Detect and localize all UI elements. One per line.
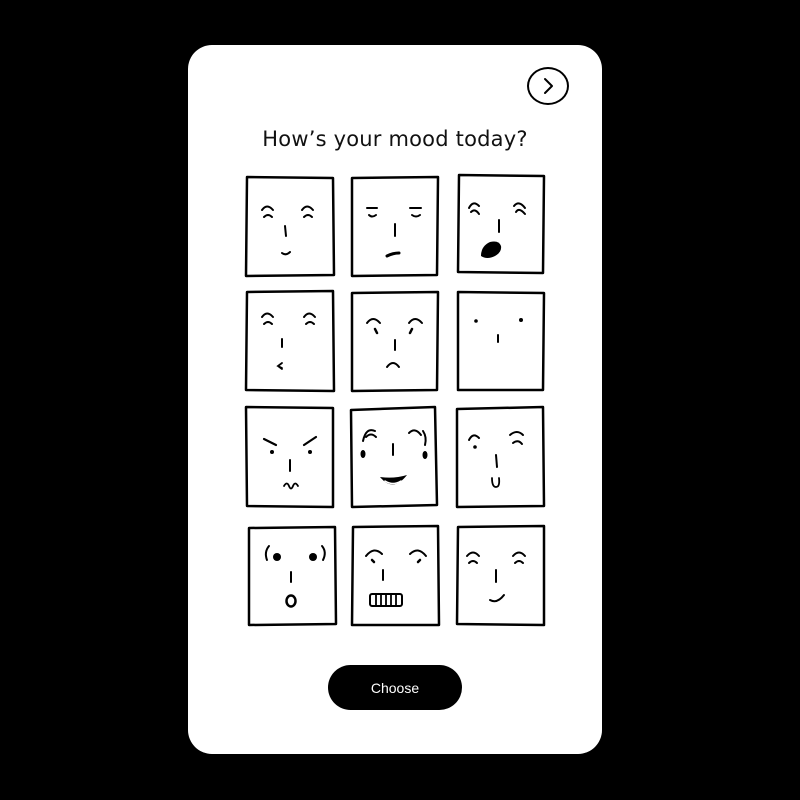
happy-face-icon[interactable]: [455, 524, 547, 628]
blank-face-icon[interactable]: [455, 289, 547, 393]
skeptical-face-icon[interactable]: [455, 405, 547, 509]
grimacing-face-icon[interactable]: [350, 524, 442, 628]
choose-button[interactable]: Choose: [328, 665, 462, 710]
mood-grid: [188, 45, 602, 754]
shocked-face-icon[interactable]: [455, 172, 547, 276]
surprised-face-icon[interactable]: [247, 524, 339, 628]
laughing-face-icon[interactable]: [349, 405, 441, 509]
smiling-face-icon[interactable]: [244, 174, 336, 278]
unimpressed-face-icon[interactable]: [349, 174, 441, 278]
angry-face-icon[interactable]: [349, 289, 441, 393]
grumpy-face-icon[interactable]: [244, 405, 336, 509]
content-face-icon[interactable]: [244, 289, 336, 393]
mood-card: How’s your mood today? Choose: [188, 45, 602, 754]
